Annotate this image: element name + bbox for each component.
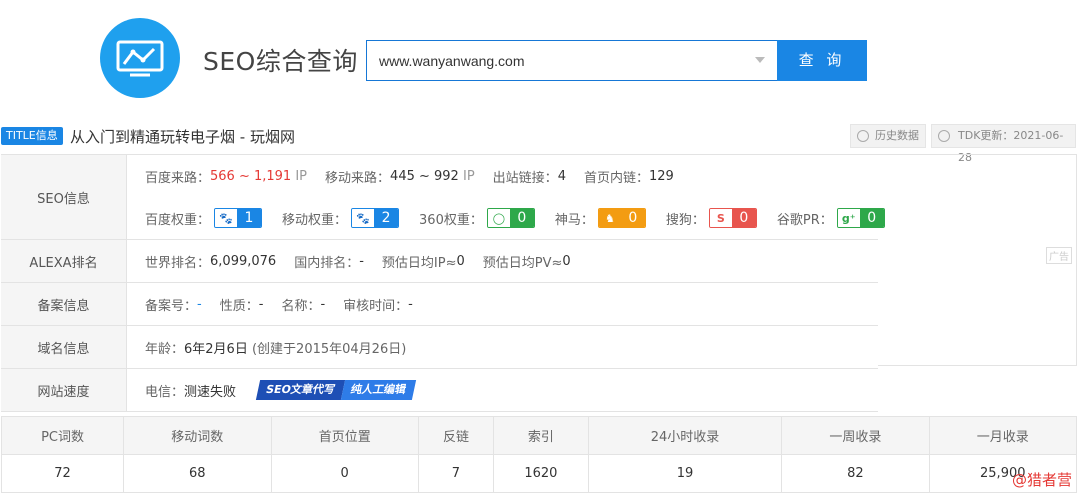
telecom-speed: 测速失败 (184, 384, 237, 400)
stats-header: 一月收录 (928, 416, 1078, 455)
stats-header: 首页位置 (270, 416, 419, 455)
horse-icon: ♞ (598, 209, 621, 227)
refresh-icon (938, 130, 950, 142)
title-bar: TITLE信息 从入门到精通玩转电子烟 - 玩烟网 历史数据 TDK更新：202… (0, 124, 1080, 164)
mobile-traffic-link[interactable]: 445 ~ 992 (390, 169, 459, 184)
stats-header: 索引 (493, 416, 589, 455)
stats-header: 24小时收录 (587, 416, 783, 455)
icp-number-link[interactable]: - (197, 297, 202, 312)
seo-info-row: SEO信息 百度来路： 566 ~ 1,191 IP 移动来路： 445 ~ 9… (1, 155, 885, 240)
dropdown-caret-icon[interactable] (755, 57, 765, 63)
logo (100, 18, 180, 98)
stats-header-row: PC词数 移动词数 首页位置 反链 索引 24小时收录 一周收录 一月收录 (0, 416, 1078, 455)
shenma-weight-badge[interactable]: ♞ 0 (597, 208, 646, 228)
row-label: 网站速度 (1, 369, 127, 411)
ad-tag: 广告 (1046, 247, 1072, 264)
history-data-button[interactable]: 历史数据 (850, 124, 926, 148)
speed-row: 网站速度 电信： 测速失败 SEO文章代写 纯人工编辑 (1, 369, 878, 412)
baidu-traffic-link[interactable]: 566 ~ 1,191 (210, 169, 291, 184)
world-rank-value: 6,099,076 (210, 253, 277, 269)
search-button[interactable]: 查 询 (777, 40, 867, 81)
google-plus-icon: g⁺ (837, 209, 860, 227)
sogou-weight-badge[interactable]: S0 (708, 208, 757, 228)
icp-row: 备案信息 备案号： - 性质： - 名称： - 审核时间： - (1, 283, 878, 326)
history-icon (857, 130, 869, 142)
site-title: 从入门到精通玩转电子烟 - 玩烟网 (70, 128, 295, 146)
mobile-weight-badge[interactable]: 🐾 2 (351, 208, 400, 228)
outlinks-link[interactable]: 4 (558, 169, 566, 184)
paw-icon: 🐾 (215, 209, 238, 227)
sogou-icon: S (709, 209, 732, 227)
stats-value[interactable]: 72 (0, 454, 125, 493)
stats-value[interactable]: 7 (417, 454, 495, 493)
title-tag: TITLE信息 (1, 127, 63, 145)
stats-value[interactable]: 82 (781, 454, 930, 493)
paw-icon: 🐾 (352, 209, 375, 227)
stats-value[interactable]: 1620 (493, 454, 589, 493)
stats-header: 一周收录 (781, 416, 930, 455)
row-label: ALEXA排名 (1, 240, 127, 282)
watermark: @猎者营 (1011, 471, 1072, 489)
alexa-row: ALEXA排名 世界排名： 6,099,076 国内排名： - 预估日均IP≈ … (1, 240, 878, 283)
stats-header: 反链 (417, 416, 495, 455)
monitor-chart-icon (116, 40, 164, 77)
stats-value[interactable]: 19 (587, 454, 783, 493)
stats-table: PC词数 移动词数 首页位置 反链 索引 24小时收录 一周收录 一月收录 72… (0, 416, 1078, 493)
domain-age: 6年2月6日 (184, 341, 248, 357)
tdk-update-button[interactable]: TDK更新：2021-06-28 (931, 124, 1076, 164)
search-input[interactable] (367, 41, 727, 80)
info-table: SEO信息 百度来路： 566 ~ 1,191 IP 移动来路： 445 ~ 9… (1, 154, 885, 412)
row-label: SEO信息 (1, 155, 127, 239)
ad-area[interactable]: 广告 (878, 154, 1077, 366)
stats-value[interactable]: 0 (270, 454, 419, 493)
domain-created: (创建于2015年04月26日) (251, 341, 407, 357)
stats-header: PC词数 (0, 416, 125, 455)
row-label: 域名信息 (1, 326, 127, 368)
domain-row: 域名信息 年龄： 6年2月6日 (创建于2015年04月26日) (1, 326, 878, 369)
baidu-weight-badge[interactable]: 🐾 1 (214, 208, 263, 228)
inlinks-link[interactable]: 129 (649, 169, 674, 184)
stats-value-row: 72 68 0 7 1620 19 82 25,900 (0, 454, 1078, 493)
row-label: 备案信息 (1, 283, 127, 325)
circle-360-icon: ◯ (487, 209, 510, 227)
w360-weight-badge[interactable]: ◯ 0 (486, 208, 535, 228)
stats-header: 移动词数 (123, 416, 272, 455)
page-title: SEO综合查询 (203, 47, 358, 76)
seo-writing-ad-banner[interactable]: SEO文章代写 纯人工编辑 (255, 380, 416, 400)
stats-value[interactable]: 68 (123, 454, 272, 493)
search-box[interactable] (366, 40, 777, 81)
